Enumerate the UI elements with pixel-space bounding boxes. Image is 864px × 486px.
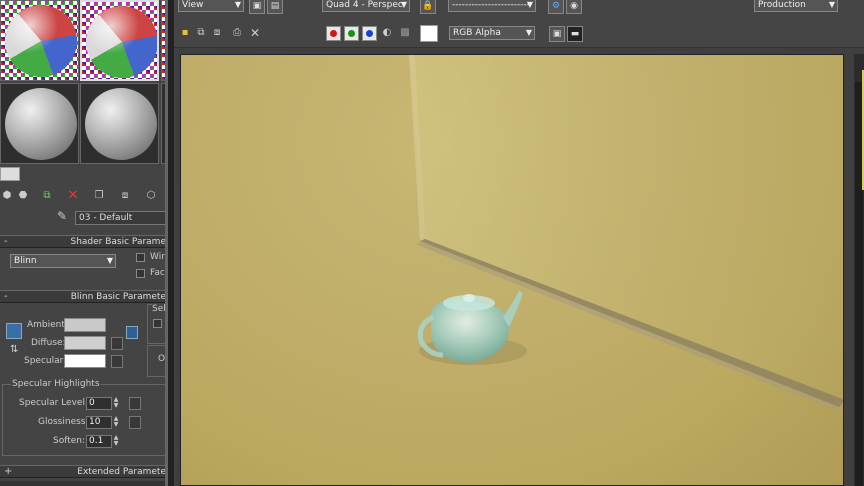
reset-map-icon[interactable]: ✕ [66,189,80,203]
glossiness-spinner[interactable]: 10 [86,416,112,429]
toggle-ui-overlay-icon[interactable]: ▣ [549,26,565,42]
render-setup-icon[interactable]: ⚙ [548,0,564,14]
glossiness-map-button[interactable] [129,416,141,429]
render-preset-dropdown[interactable]: ------------------------ ▼ [448,0,536,12]
self-illum-color-checkbox[interactable] [153,319,162,328]
material-name-field[interactable]: 03 - Default [75,211,168,225]
material-slot-5[interactable] [80,83,159,164]
chevron-down-icon: ▼ [526,0,533,9]
toggle-ui-icon[interactable]: ▬ [567,26,583,42]
green-channel-toggle[interactable] [344,26,359,41]
lock-viewport-icon[interactable]: 🔒 [420,0,436,14]
diffuse-color-swatch[interactable] [64,336,106,350]
specular-color-swatch[interactable] [64,354,106,368]
material-editor-panel: ⬢ ⬣ ⧉ ✕ ❐ ⧈ ⬡ ✎ 03 - Default - Shader Ba… [0,0,168,486]
copy-image-icon[interactable]: ⧉ [194,26,208,40]
wire-checkbox[interactable] [136,253,145,262]
glossiness-spinner-arrows[interactable]: ▲ ▼ [112,416,120,429]
chevron-down-icon: ▼ [525,28,532,37]
teapot [417,291,527,365]
extended-params-rollout-header[interactable]: + Extended Paramete [0,465,168,478]
blinn-basic-rollout-header[interactable]: - Blinn Basic Paramete [0,290,168,303]
environment-effects-icon[interactable]: ◉ [566,0,582,14]
put-to-library-icon[interactable]: ⬡ [144,189,158,203]
monochrome-icon[interactable]: ▩ [398,26,412,40]
ambient-color-swatch[interactable] [64,318,106,332]
specular-level-spinner-arrows[interactable]: ▲ ▼ [112,397,120,410]
clone-window-icon[interactable]: ⧈ [210,26,224,40]
display-channel-dropdown[interactable]: RGB Alpha ▼ [449,26,535,40]
blue-channel-toggle[interactable] [362,26,377,41]
area-to-render-dropdown[interactable]: View ▼ [178,0,244,12]
specular-level-map-button[interactable] [129,397,141,410]
red-channel-icon [330,30,337,37]
lock-diffuse-specular-icon[interactable]: ⇅ [10,344,20,358]
edit-region-icon[interactable]: ▣ [249,0,265,14]
render-toolbar-channels: ▪ ⧉ ⧈ ⎙ ✕ ◐ ▩ RGB Alpha ▼ ▣ ▬ [174,18,864,48]
save-image-icon[interactable]: ▪ [178,26,192,40]
chevron-down-icon: ▼ [234,0,241,9]
diffuse-map-button[interactable] [111,337,123,350]
chevron-down-icon: ▼ [106,256,113,265]
material-slot-2[interactable] [80,0,159,81]
make-unique-icon[interactable]: ⧈ [118,189,132,203]
green-channel-icon [348,30,355,37]
pick-material-eyedropper-icon[interactable]: ✎ [55,209,69,223]
face-map-checkbox[interactable] [136,269,145,278]
panel-bottom-border [0,481,168,486]
shader-basic-rollout-header[interactable]: - Shader Basic Parame [0,235,168,248]
specular-level-spinner[interactable]: 0 [86,397,112,410]
put-to-scene-icon[interactable]: ⬣ [16,189,30,203]
render-scene [409,55,843,411]
material-sphere-preview [85,88,157,160]
lock-maps-button[interactable] [126,326,138,339]
sample-slot-toggle-button[interactable] [0,167,20,181]
viewport-dropdown[interactable]: Quad 4 - Perspec ▼ [322,0,410,12]
chevron-down-icon: ▼ [400,0,407,9]
alpha-channel-icon[interactable]: ◐ [380,26,394,40]
print-image-icon[interactable]: ⎙ [230,26,244,40]
material-sphere-preview [5,5,77,77]
material-toolbar: ⬢ ⬣ ⧉ ✕ ❐ ⧈ ⬡ [0,186,168,206]
render-toolbar-top: View ▼ ▣ ▤ Quad 4 - Perspec ▼ 🔒 --------… [174,0,864,18]
chevron-down-icon: ▼ [828,0,835,9]
get-material-icon[interactable]: ⬢ [0,189,14,203]
render-mode-dropdown[interactable]: Production ▼ [754,0,838,12]
specular-map-button[interactable] [111,355,123,368]
material-slot-4[interactable] [0,83,79,164]
auto-region-icon[interactable]: ▤ [267,0,283,14]
blue-channel-icon [366,30,373,37]
clear-icon[interactable]: ✕ [248,26,262,40]
assign-material-icon[interactable]: ⧉ [40,189,54,203]
material-sphere-preview [5,88,77,160]
soften-spinner[interactable]: 0.1 [86,435,112,448]
soften-spinner-arrows[interactable]: ▲ ▼ [112,435,120,448]
rendered-image[interactable] [180,54,844,486]
background-color-swatch[interactable] [420,25,438,42]
shader-type-dropdown[interactable]: Blinn ▼ [10,254,116,268]
material-slot-1[interactable] [0,0,79,81]
rendered-frame-window: View ▼ ▣ ▤ Quad 4 - Perspec ▼ 🔒 --------… [174,0,864,486]
material-sphere-preview [86,6,157,78]
red-channel-toggle[interactable] [326,26,341,41]
lock-ambient-diffuse-button[interactable] [6,323,22,339]
make-copy-icon[interactable]: ❐ [92,189,106,203]
